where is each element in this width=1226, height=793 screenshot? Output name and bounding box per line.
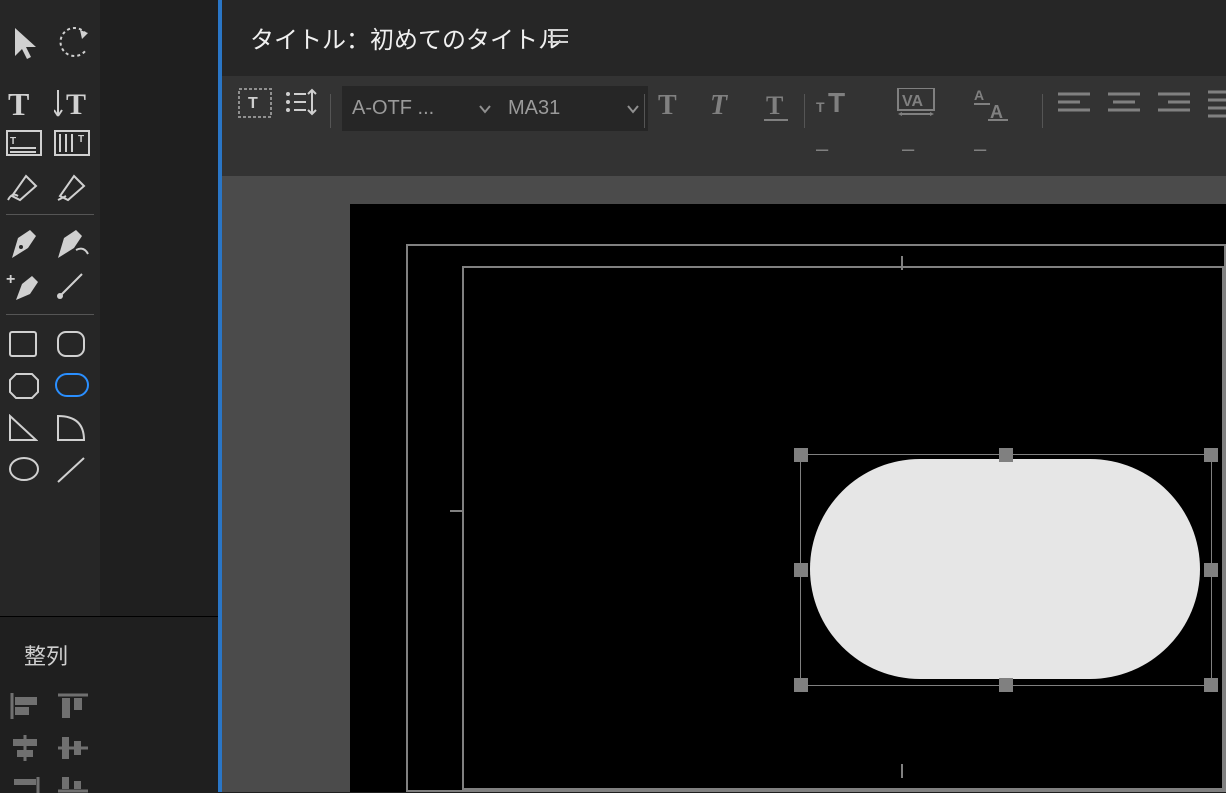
font-family-value: A-OTF ...	[352, 97, 434, 120]
svg-text:A: A	[974, 87, 984, 103]
align-panel-title: 整列	[24, 639, 68, 671]
main-panel: タイトル：初めてのタイトル T A-OTF ... MA31 T T T	[222, 0, 1226, 792]
align-left-text-icon[interactable]	[1058, 92, 1090, 116]
svg-text:T: T	[78, 134, 84, 145]
svg-text:T: T	[816, 99, 825, 115]
toolbar-separator	[1042, 94, 1043, 128]
selection-tool-icon[interactable]	[12, 26, 42, 60]
delete-anchor-tool-icon[interactable]	[54, 270, 88, 302]
handle-n[interactable]	[999, 448, 1013, 462]
tool-row	[0, 26, 100, 70]
align-vcenter-icon[interactable]	[58, 735, 88, 761]
bold-icon[interactable]: T	[658, 90, 677, 122]
selection-box	[800, 454, 1212, 686]
type-tool-icon[interactable]: T	[8, 86, 29, 123]
toolbar-separator	[644, 94, 645, 128]
tool-row: +	[0, 270, 100, 314]
tool-row	[0, 172, 100, 216]
round-corner-rect-tool-icon[interactable]	[54, 372, 90, 398]
vertical-type-tool-icon[interactable]: T	[54, 86, 94, 120]
toolbar-separator	[804, 94, 805, 128]
align-panel: 整列	[0, 616, 218, 793]
svg-text:T: T	[248, 95, 258, 112]
handle-sw[interactable]	[794, 678, 808, 692]
path-type-tool-icon[interactable]	[6, 172, 40, 202]
title-label: タイトル：初めてのタイトル	[250, 20, 562, 55]
separator	[6, 214, 94, 215]
svg-text:VA: VA	[902, 93, 923, 110]
rectangle-tool-icon[interactable]	[8, 330, 38, 358]
font-style-dropdown[interactable]: MA31	[498, 86, 648, 131]
font-size-value[interactable]: –	[816, 136, 828, 162]
vertical-path-type-tool-icon[interactable]	[54, 172, 88, 202]
align-top-icon[interactable]	[58, 693, 88, 719]
tool-row	[0, 228, 100, 272]
arc-tool-icon[interactable]	[56, 414, 86, 442]
line-tool-icon[interactable]	[56, 456, 86, 484]
text-toolbar: T A-OTF ... MA31 T T T TT – VA	[222, 76, 1226, 176]
leading-icon[interactable]: AA	[972, 86, 1012, 122]
title-name: 初めてのタイトル	[370, 27, 562, 54]
align-center-text-icon[interactable]	[1108, 92, 1140, 116]
align-left-icon[interactable]	[10, 693, 40, 719]
separator	[6, 314, 94, 315]
toolbox: T T T T +	[0, 0, 100, 616]
clipped-corner-tool-icon[interactable]	[8, 372, 40, 400]
panel-menu-icon[interactable]	[548, 28, 568, 44]
align-bottom-icon[interactable]	[58, 777, 88, 793]
handle-s[interactable]	[999, 678, 1013, 692]
area-type-tool-icon[interactable]: T	[6, 130, 42, 158]
font-style-value: MA31	[508, 97, 560, 120]
kerning-icon[interactable]: VA	[896, 88, 938, 122]
handle-nw[interactable]	[794, 448, 808, 462]
align-justify-text-icon[interactable]	[1208, 90, 1226, 118]
align-hcenter-icon[interactable]	[10, 735, 40, 761]
align-right-text-icon[interactable]	[1158, 92, 1190, 116]
font-size-icon[interactable]: TT	[816, 86, 858, 122]
rotate-tool-icon[interactable]	[56, 26, 90, 58]
vertical-area-type-tool-icon[interactable]: T	[54, 130, 90, 158]
svg-text:T: T	[10, 136, 16, 147]
tool-row	[0, 372, 100, 416]
handle-ne[interactable]	[1204, 448, 1218, 462]
leading-value[interactable]: –	[974, 136, 986, 162]
title-header: タイトル：初めてのタイトル	[222, 0, 1226, 76]
kerning-value[interactable]: –	[902, 136, 914, 162]
rounded-rectangle-tool-icon[interactable]	[56, 330, 86, 358]
italic-icon[interactable]: T	[710, 90, 727, 122]
underline-icon[interactable]: T	[762, 90, 792, 124]
pen-tool-icon[interactable]	[8, 228, 40, 262]
tool-row	[0, 330, 100, 374]
toolbar-separator	[330, 94, 331, 128]
convert-anchor-tool-icon[interactable]	[54, 228, 90, 262]
canvas-area[interactable]	[222, 176, 1226, 792]
tool-row: T T	[0, 130, 100, 174]
handle-e[interactable]	[1204, 563, 1218, 577]
add-anchor-tool-icon[interactable]: +	[6, 270, 42, 304]
tool-row: T T	[0, 86, 100, 130]
font-family-dropdown[interactable]: A-OTF ...	[342, 86, 500, 131]
composition-frame	[350, 204, 1226, 792]
title-templates-icon[interactable]: T	[238, 88, 272, 118]
tab-stops-icon[interactable]	[284, 88, 318, 118]
align-right-icon[interactable]	[10, 777, 40, 793]
tool-row	[0, 456, 100, 500]
handle-w[interactable]	[794, 563, 808, 577]
svg-text:T: T	[66, 88, 86, 120]
svg-text:T: T	[766, 91, 783, 120]
wedge-tool-icon[interactable]	[8, 414, 38, 442]
title-prefix: タイトル：	[250, 27, 370, 54]
ellipse-tool-icon[interactable]	[8, 456, 40, 482]
handle-se[interactable]	[1204, 678, 1218, 692]
svg-text:T: T	[828, 87, 845, 118]
tool-row	[0, 414, 100, 458]
svg-text:+: +	[6, 271, 15, 288]
